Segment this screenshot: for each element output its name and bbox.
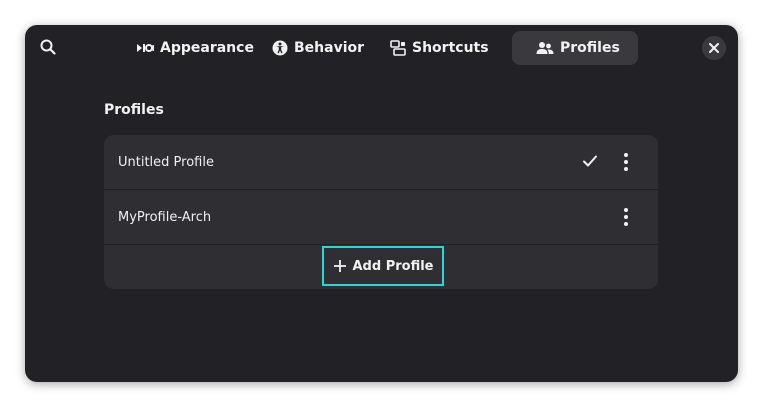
tab-shortcuts[interactable]: Shortcuts [378,31,500,65]
search-button[interactable] [35,34,61,60]
kebab-menu-icon [624,208,628,226]
profiles-list: Untitled Profile MyProfile-Arch Add Prof… [104,135,658,289]
shortcuts-icon [390,40,406,56]
profile-menu-button[interactable] [616,204,636,230]
tab-appearance-label: Appearance [160,40,254,56]
tab-behavior[interactable]: Behavior [252,31,378,65]
profile-menu-button[interactable] [616,149,636,175]
profile-name: Untitled Profile [118,154,214,170]
add-profile-label: Add Profile [352,258,434,274]
close-icon [709,43,719,53]
accessibility-icon [272,40,288,56]
tab-behavior-label: Behavior [294,40,365,56]
add-profile-button[interactable]: Add Profile [322,246,444,286]
tab-profiles[interactable]: Profiles [512,31,638,65]
section-title: Profiles [104,102,164,118]
tab-shortcuts-label: Shortcuts [412,40,489,56]
add-profile-row: Add Profile [104,245,658,289]
checkmark-icon [583,155,597,167]
kebab-menu-icon [624,153,628,171]
profile-row[interactable]: Untitled Profile [104,135,658,190]
tab-bar: Appearance Behavior Shortcuts Profiles [122,31,638,65]
preferences-window: Appearance Behavior Shortcuts Profiles P… [25,25,738,382]
profile-row[interactable]: MyProfile-Arch [104,190,658,245]
tab-appearance[interactable]: Appearance [122,31,254,65]
header-bar: Appearance Behavior Shortcuts Profiles [25,25,738,71]
search-icon [40,39,56,55]
plus-icon [333,259,347,273]
appearance-icon [136,42,154,54]
profile-name: MyProfile-Arch [118,209,212,225]
close-button[interactable] [702,36,726,60]
tab-profiles-label: Profiles [560,40,620,56]
profiles-icon [536,40,554,56]
